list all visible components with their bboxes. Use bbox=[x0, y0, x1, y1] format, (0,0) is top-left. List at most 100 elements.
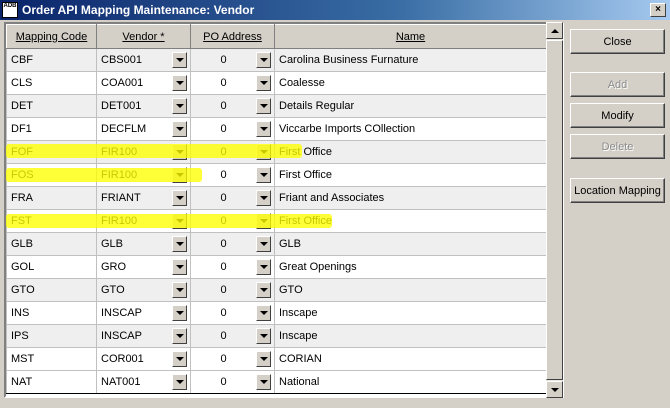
dropdown-button[interactable] bbox=[172, 98, 187, 114]
dropdown-button[interactable] bbox=[256, 52, 271, 68]
po-address-combo[interactable]: 0 bbox=[190, 324, 275, 348]
column-header-mapping-code[interactable]: Mapping Code bbox=[6, 24, 97, 49]
name-cell[interactable]: GTO bbox=[274, 278, 547, 302]
add-button[interactable]: Add bbox=[570, 72, 665, 97]
scroll-up-button[interactable] bbox=[546, 22, 563, 39]
location-mapping-button[interactable]: Location Mapping bbox=[570, 178, 665, 203]
name-cell[interactable]: Inscape bbox=[274, 324, 547, 348]
column-header-po-address[interactable]: PO Address bbox=[190, 24, 275, 49]
po-address-combo[interactable]: 0 bbox=[190, 186, 275, 210]
name-cell[interactable]: National bbox=[274, 370, 547, 394]
vendor-combo[interactable]: CBS001 bbox=[96, 48, 191, 72]
column-header-name[interactable]: Name bbox=[274, 24, 547, 49]
close-button[interactable]: Close bbox=[570, 29, 665, 54]
mapping-code-cell[interactable]: FOF bbox=[6, 140, 97, 164]
vendor-combo[interactable]: NAT001 bbox=[96, 370, 191, 394]
name-cell[interactable]: Coalesse bbox=[274, 71, 547, 95]
scroll-down-button[interactable] bbox=[546, 381, 563, 398]
table-row[interactable]: GLB GLB 0 GLB bbox=[6, 232, 547, 256]
mapping-code-cell[interactable]: IPS bbox=[6, 324, 97, 348]
dropdown-button[interactable] bbox=[172, 144, 187, 160]
po-address-combo[interactable]: 0 bbox=[190, 71, 275, 95]
dropdown-button[interactable] bbox=[256, 328, 271, 344]
dropdown-button[interactable] bbox=[256, 144, 271, 160]
vendor-combo[interactable]: COA001 bbox=[96, 71, 191, 95]
name-cell[interactable]: First Office bbox=[274, 163, 547, 187]
name-cell[interactable]: Friant and Associates bbox=[274, 186, 547, 210]
table-row[interactable]: DF1 DECFLM 0 Viccarbe Imports COllection bbox=[6, 117, 547, 141]
po-address-combo[interactable]: 0 bbox=[190, 301, 275, 325]
vertical-scrollbar[interactable] bbox=[546, 22, 563, 398]
vendor-combo[interactable]: DECFLM bbox=[96, 117, 191, 141]
dropdown-button[interactable] bbox=[256, 213, 271, 229]
dropdown-button[interactable] bbox=[172, 351, 187, 367]
table-row[interactable]: IPS INSCAP 0 Inscape bbox=[6, 324, 547, 348]
dropdown-button[interactable] bbox=[172, 213, 187, 229]
table-row[interactable]: MST COR001 0 CORIAN bbox=[6, 347, 547, 371]
table-row[interactable]: FOF FIR100 0 First Office bbox=[6, 140, 547, 164]
mapping-code-cell[interactable]: CBF bbox=[6, 48, 97, 72]
mapping-code-cell[interactable]: INS bbox=[6, 301, 97, 325]
vendor-combo[interactable]: GRO bbox=[96, 255, 191, 279]
dropdown-button[interactable] bbox=[256, 351, 271, 367]
vendor-combo[interactable]: GLB bbox=[96, 232, 191, 256]
dropdown-button[interactable] bbox=[256, 259, 271, 275]
vendor-combo[interactable]: FIR100 bbox=[96, 209, 191, 233]
dropdown-button[interactable] bbox=[256, 190, 271, 206]
table-row[interactable]: FRA FRIANT 0 Friant and Associates bbox=[6, 186, 547, 210]
dropdown-button[interactable] bbox=[256, 374, 271, 390]
dropdown-button[interactable] bbox=[256, 282, 271, 298]
mapping-code-cell[interactable]: DET bbox=[6, 94, 97, 118]
table-row[interactable]: GTO GTO 0 GTO bbox=[6, 278, 547, 302]
modify-button[interactable]: Modify bbox=[570, 103, 665, 128]
dropdown-button[interactable] bbox=[172, 190, 187, 206]
dropdown-button[interactable] bbox=[172, 305, 187, 321]
table-row[interactable]: NAT NAT001 0 National bbox=[6, 370, 547, 394]
dropdown-button[interactable] bbox=[172, 121, 187, 137]
dropdown-button[interactable] bbox=[172, 52, 187, 68]
po-address-combo[interactable]: 0 bbox=[190, 140, 275, 164]
table-row[interactable]: GOL GRO 0 Great Openings bbox=[6, 255, 547, 279]
mapping-code-cell[interactable]: DF1 bbox=[6, 117, 97, 141]
scroll-thumb[interactable] bbox=[546, 40, 563, 380]
po-address-combo[interactable]: 0 bbox=[190, 278, 275, 302]
mapping-code-cell[interactable]: GLB bbox=[6, 232, 97, 256]
dropdown-button[interactable] bbox=[256, 236, 271, 252]
table-row[interactable]: FOS FIR100 0 First Office bbox=[6, 163, 547, 187]
dropdown-button[interactable] bbox=[256, 75, 271, 91]
dropdown-button[interactable] bbox=[256, 305, 271, 321]
dropdown-button[interactable] bbox=[256, 121, 271, 137]
name-cell[interactable]: First Office bbox=[274, 140, 547, 164]
po-address-combo[interactable]: 0 bbox=[190, 163, 275, 187]
po-address-combo[interactable]: 0 bbox=[190, 209, 275, 233]
name-cell[interactable]: Inscape bbox=[274, 301, 547, 325]
mapping-code-cell[interactable]: FST bbox=[6, 209, 97, 233]
vendor-combo[interactable]: GTO bbox=[96, 278, 191, 302]
name-cell[interactable]: Details Regular bbox=[274, 94, 547, 118]
po-address-combo[interactable]: 0 bbox=[190, 232, 275, 256]
dropdown-button[interactable] bbox=[172, 374, 187, 390]
dropdown-button[interactable] bbox=[172, 236, 187, 252]
column-header-vendor[interactable]: Vendor * bbox=[96, 24, 191, 49]
mapping-code-cell[interactable]: FOS bbox=[6, 163, 97, 187]
dropdown-button[interactable] bbox=[172, 167, 187, 183]
table-row[interactable]: FST FIR100 0 First Office bbox=[6, 209, 547, 233]
dropdown-button[interactable] bbox=[172, 75, 187, 91]
table-row[interactable]: CBF CBS001 0 Carolina Business Furnature bbox=[6, 48, 547, 72]
vendor-combo[interactable]: FIR100 bbox=[96, 140, 191, 164]
vendor-combo[interactable]: FRIANT bbox=[96, 186, 191, 210]
mapping-code-cell[interactable]: CLS bbox=[6, 71, 97, 95]
po-address-combo[interactable]: 0 bbox=[190, 117, 275, 141]
dropdown-button[interactable] bbox=[172, 259, 187, 275]
name-cell[interactable]: First Office bbox=[274, 209, 547, 233]
mapping-code-cell[interactable]: GTO bbox=[6, 278, 97, 302]
vendor-combo[interactable]: COR001 bbox=[96, 347, 191, 371]
vendor-combo[interactable]: INSCAP bbox=[96, 324, 191, 348]
dropdown-button[interactable] bbox=[172, 282, 187, 298]
po-address-combo[interactable]: 0 bbox=[190, 255, 275, 279]
dropdown-button[interactable] bbox=[172, 328, 187, 344]
vendor-combo[interactable]: INSCAP bbox=[96, 301, 191, 325]
mapping-code-cell[interactable]: GOL bbox=[6, 255, 97, 279]
dropdown-button[interactable] bbox=[256, 167, 271, 183]
mapping-code-cell[interactable]: FRA bbox=[6, 186, 97, 210]
